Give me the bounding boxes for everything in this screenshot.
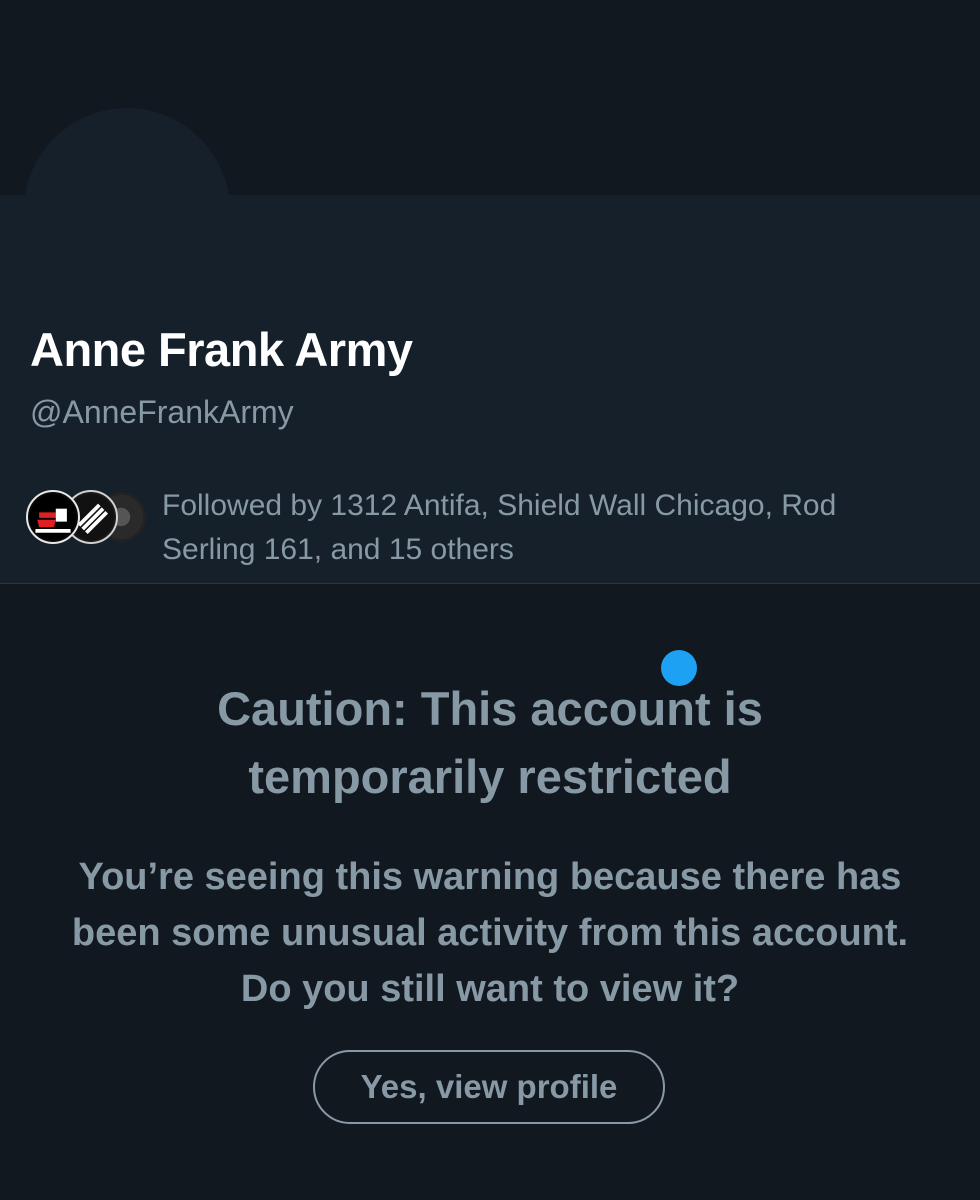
view-profile-button[interactable]: Yes, view profile <box>313 1050 665 1124</box>
restriction-warning: Caution: This account is temporarily res… <box>40 675 940 1017</box>
display-name: Anne Frank Army <box>30 323 413 376</box>
profile-avatar[interactable] <box>24 108 230 314</box>
warning-title: Caution: This account is temporarily res… <box>217 682 763 803</box>
follower-avatar <box>26 490 80 544</box>
warning-message: You’re seeing this warning because there… <box>71 856 909 1010</box>
followed-by-text: Followed by 1312 Antifa, Shield Wall Chi… <box>162 489 837 566</box>
followed-by[interactable]: Followed by 1312 Antifa, Shield Wall Chi… <box>26 484 922 572</box>
profile-handle: @AnneFrankArmy <box>30 394 294 430</box>
follower-avatars[interactable] <box>26 484 154 546</box>
